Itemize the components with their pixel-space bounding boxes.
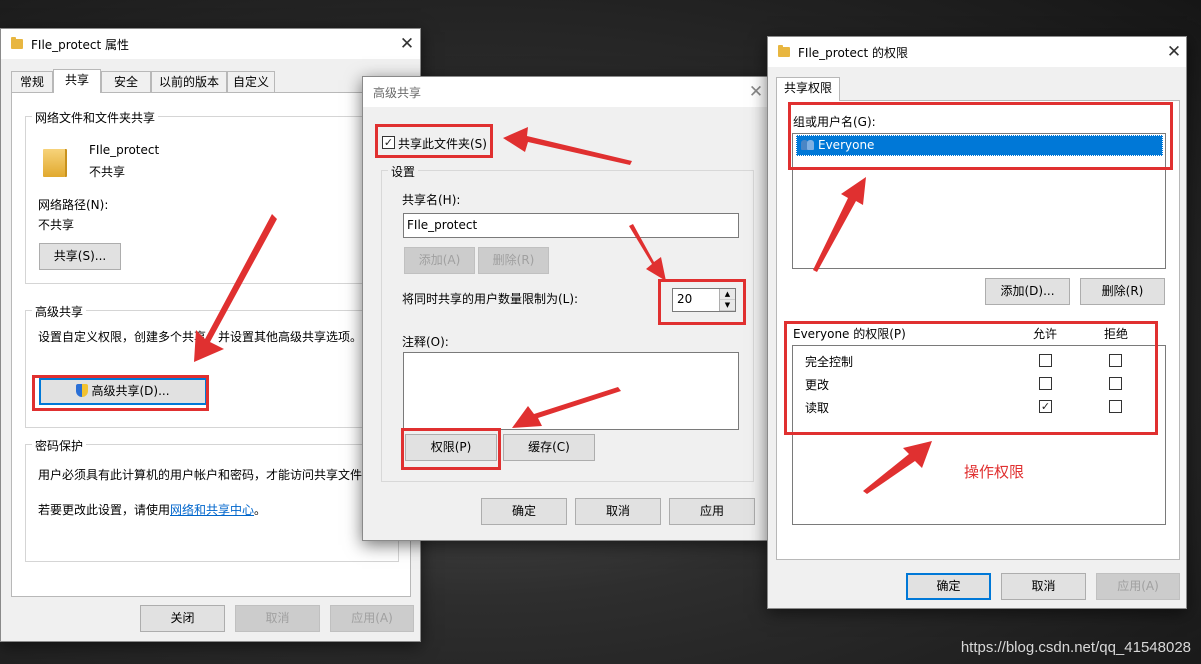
apply-button[interactable]: 应用(A) xyxy=(1096,573,1180,600)
folder-icon xyxy=(43,149,65,177)
apply-button[interactable]: 应用(A) xyxy=(330,605,414,632)
close-icon[interactable]: ✕ xyxy=(394,32,420,56)
permissions-titlebar: FIle_protect 的权限 xyxy=(768,37,1186,67)
permission-table xyxy=(792,345,1166,525)
close-button[interactable]: 关闭 xyxy=(140,605,225,632)
share-button[interactable]: 共享(S)... xyxy=(39,243,121,270)
user-name: Everyone xyxy=(818,138,875,152)
spinner-up-icon[interactable]: ▲ xyxy=(720,289,735,300)
permissions-title: FIle_protect 的权限 xyxy=(798,45,908,60)
password-description: 用户必须具有此计算机的用户帐户和密码，才能访问共享文件夹。 xyxy=(38,468,387,482)
group-title: 密码保护 xyxy=(32,437,87,454)
close-icon[interactable]: ✕ xyxy=(1161,40,1187,64)
comment-textarea[interactable] xyxy=(403,352,739,430)
folder-status: 不共享 xyxy=(89,165,126,179)
share-folder-checkbox[interactable]: ✓ xyxy=(382,136,395,149)
spinner-down-icon[interactable]: ▼ xyxy=(720,300,735,311)
network-center-link[interactable]: 网络和共享中心 xyxy=(170,503,254,517)
shield-icon xyxy=(76,384,89,397)
tab-general[interactable]: 常规 xyxy=(11,71,53,93)
group-title: 设置 xyxy=(388,163,419,180)
network-path-value: 不共享 xyxy=(38,218,75,232)
tab-previous-versions[interactable]: 以前的版本 xyxy=(151,71,227,93)
folder-icon xyxy=(778,45,790,57)
list-item-everyone[interactable]: Everyone xyxy=(796,135,1163,156)
properties-titlebar: FIle_protect 属性 xyxy=(1,29,420,59)
tab-share-permissions[interactable]: 共享权限 xyxy=(776,77,840,101)
advanced-description: 设置自定义权限，创建多个共享，并设置其他高级共享选项。 xyxy=(38,330,363,344)
user-limit-value: 20 xyxy=(677,292,693,306)
properties-window: FIle_protect 属性 ✕ 常规 共享 安全 以前的版本 自定义 网络文… xyxy=(0,28,421,642)
share-folder-label: 共享此文件夹(S) xyxy=(398,137,487,151)
advanced-title: 高级共享 xyxy=(373,85,422,100)
share-name-label: 共享名(H): xyxy=(402,193,461,207)
watermark: https://blog.csdn.net/qq_41548028 xyxy=(960,639,1191,656)
share-permissions-panel: 组或用户名(G): Everyone 添加(D)... 删除(R) Everyo… xyxy=(776,100,1180,560)
network-path-label: 网络路径(N): xyxy=(38,198,109,212)
advanced-share-button[interactable]: 高级共享(D)... xyxy=(39,378,207,405)
apply-button[interactable]: 应用 xyxy=(669,498,755,525)
close-icon[interactable]: ✕ xyxy=(743,80,769,104)
permissions-window: FIle_protect 的权限 ✕ 共享权限 组或用户名(G): Everyo… xyxy=(767,36,1187,609)
ok-button[interactable]: 确定 xyxy=(906,573,991,600)
comment-label: 注释(O): xyxy=(402,335,449,349)
add-share-button[interactable]: 添加(A) xyxy=(404,247,475,274)
group-title: 高级共享 xyxy=(32,303,87,320)
permissions-button[interactable]: 权限(P) xyxy=(405,434,497,461)
remove-user-button[interactable]: 删除(R) xyxy=(1080,278,1165,305)
annotation-text: 操作权限 xyxy=(964,463,1025,481)
change-prefix: 若要更改此设置，请使用 xyxy=(38,503,171,517)
share-name-input[interactable]: FIle_protect xyxy=(403,213,739,238)
tab-security[interactable]: 安全 xyxy=(101,71,151,93)
deny-read-checkbox[interactable] xyxy=(1109,400,1122,413)
advanced-share-window: 高级共享 ✕ ✓ 共享此文件夹(S) 设置 共享名(H): FIle_prote… xyxy=(362,76,769,541)
allow-full-control-checkbox[interactable] xyxy=(1039,354,1052,367)
cache-button[interactable]: 缓存(C) xyxy=(503,434,595,461)
deny-change-checkbox[interactable] xyxy=(1109,377,1122,390)
add-user-button[interactable]: 添加(D)... xyxy=(985,278,1070,305)
cancel-button[interactable]: 取消 xyxy=(1001,573,1086,600)
tab-sharing[interactable]: 共享 xyxy=(53,69,101,93)
remove-share-button[interactable]: 删除(R) xyxy=(478,247,549,274)
sharing-tab-panel: 网络文件和文件夹共享 FIle_protect 不共享 网络路径(N): 不共享… xyxy=(11,92,411,597)
advanced-share-label: 高级共享(D)... xyxy=(91,384,170,398)
permission-name: 读取 xyxy=(805,401,830,415)
group-user-label: 组或用户名(G): xyxy=(793,115,876,129)
change-suffix: 。 xyxy=(254,503,267,517)
ok-button[interactable]: 确定 xyxy=(481,498,567,525)
deny-header: 拒绝 xyxy=(1104,327,1129,341)
permission-name: 完全控制 xyxy=(805,355,854,369)
cancel-button[interactable]: 取消 xyxy=(575,498,661,525)
permission-header: Everyone 的权限(P) xyxy=(793,327,906,341)
cancel-button[interactable]: 取消 xyxy=(235,605,320,632)
change-setting-text: 若要更改此设置，请使用网络和共享中心。 xyxy=(38,501,266,518)
folder-name: FIle_protect xyxy=(89,143,160,157)
permission-name: 更改 xyxy=(805,378,830,392)
folder-icon xyxy=(11,37,23,49)
users-icon xyxy=(801,139,815,151)
allow-read-checkbox[interactable]: ✓ xyxy=(1039,400,1052,413)
user-limit-spinner[interactable]: ▲ ▼ xyxy=(719,289,735,311)
group-title: 网络文件和文件夹共享 xyxy=(32,109,159,126)
allow-change-checkbox[interactable] xyxy=(1039,377,1052,390)
allow-header: 允许 xyxy=(1033,327,1058,341)
advanced-titlebar: 高级共享 xyxy=(363,77,768,107)
user-limit-label: 将同时共享的用户数量限制为(L): xyxy=(402,292,579,306)
deny-full-control-checkbox[interactable] xyxy=(1109,354,1122,367)
tab-customize[interactable]: 自定义 xyxy=(227,71,275,93)
properties-title: FIle_protect 属性 xyxy=(31,37,129,52)
